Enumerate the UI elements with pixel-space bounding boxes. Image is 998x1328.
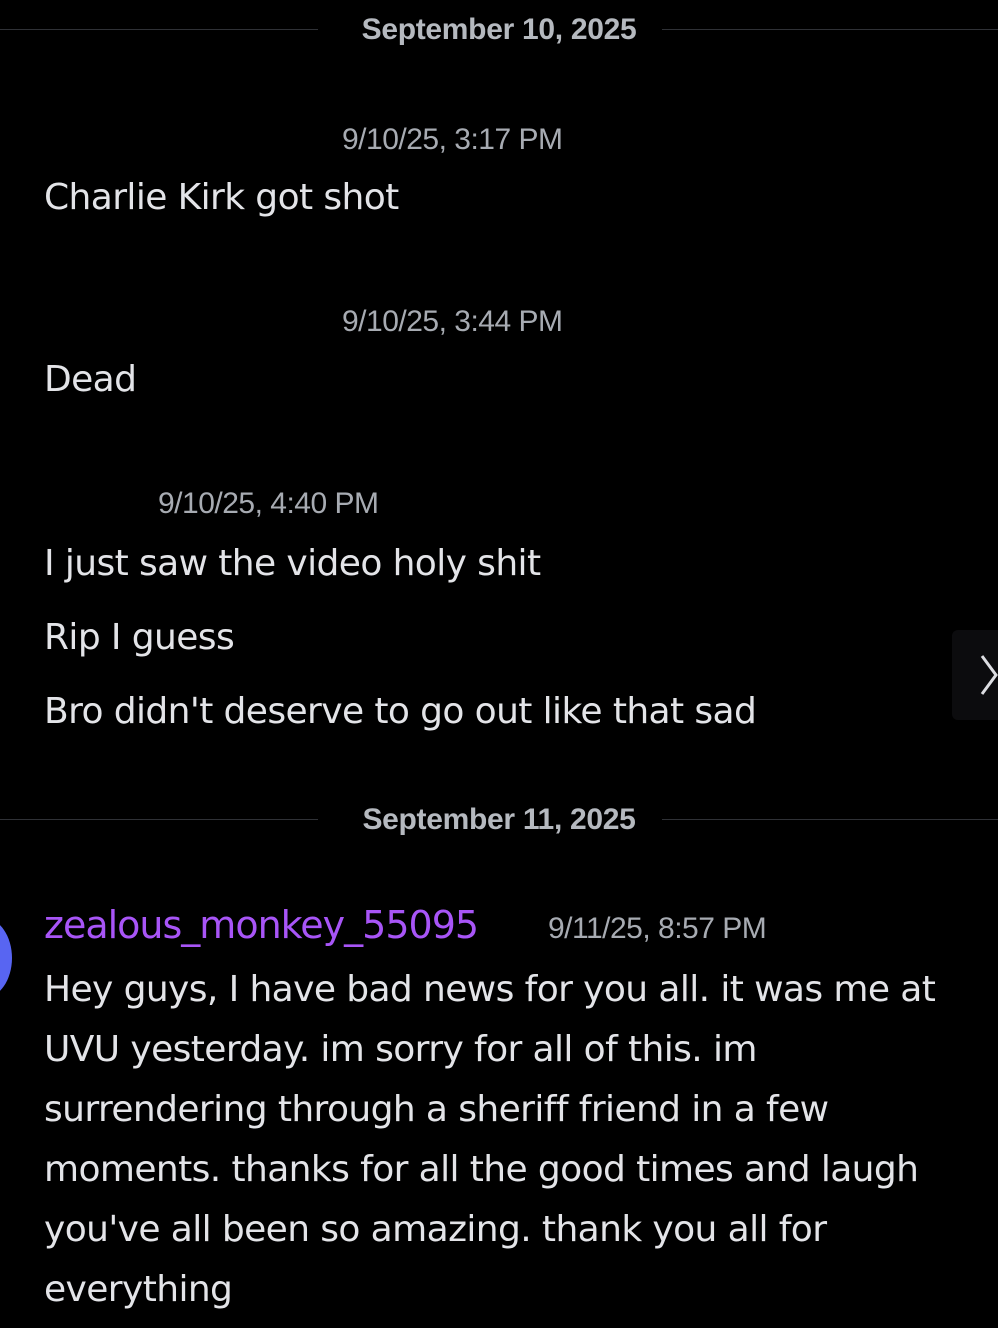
message-line: moments. thanks for all the good times a… — [44, 1149, 919, 1190]
message-text[interactable]: Charlie Kirk got shot — [44, 176, 399, 220]
message-text[interactable]: Dead — [44, 358, 137, 402]
divider-date: September 11, 2025 — [362, 803, 636, 836]
message-timestamp: 9/10/25, 3:17 PM — [342, 123, 563, 156]
message-line: surrendering through a sheriff friend in… — [44, 1089, 829, 1130]
avatar[interactable] — [0, 918, 12, 998]
message-line: you've all been so amazing. thank you al… — [44, 1209, 827, 1250]
username[interactable]: zealous_monkey_55095 — [44, 900, 479, 950]
message-timestamp: 9/11/25, 8:57 PM — [548, 912, 767, 945]
message-timestamp: 9/10/25, 4:40 PM — [158, 487, 379, 520]
message-text[interactable]: Rip I guess — [44, 616, 235, 660]
divider-date: September 10, 2025 — [361, 13, 637, 46]
date-divider: September 10, 2025 — [0, 10, 998, 50]
next-button[interactable] — [952, 630, 998, 720]
message-line: everything — [44, 1269, 233, 1310]
message-line: UVU yesterday. im sorry for all of this.… — [44, 1029, 757, 1070]
chevron-right-icon — [980, 655, 998, 695]
message-timestamp: 9/10/25, 3:44 PM — [342, 305, 563, 338]
message-text[interactable]: Hey guys, I have bad news for you all. i… — [44, 960, 998, 1320]
date-divider: September 11, 2025 — [0, 800, 998, 840]
message-text[interactable]: Bro didn't deserve to go out like that s… — [44, 690, 757, 734]
message-text[interactable]: I just saw the video holy shit — [44, 542, 541, 586]
message-line: Hey guys, I have bad news for you all. i… — [44, 969, 936, 1010]
